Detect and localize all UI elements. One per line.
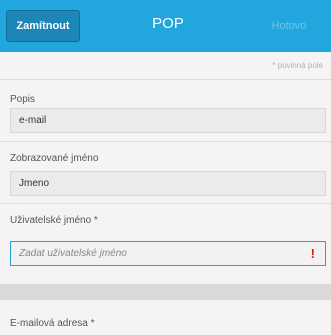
divider — [0, 79, 331, 80]
description-input[interactable]: e-mail — [10, 108, 326, 133]
reject-button[interactable]: Zamítnout — [6, 10, 80, 42]
divider — [0, 203, 331, 204]
title-bar: Zamítnout POP Hotovo — [0, 0, 331, 52]
display-name-input[interactable]: Jmeno — [10, 171, 326, 196]
error-icon: ! — [310, 246, 315, 261]
done-button[interactable]: Hotovo — [253, 10, 325, 42]
section-separator — [0, 284, 331, 300]
email-address-label: E-mailová adresa * — [10, 318, 95, 329]
username-placeholder: Zadat uživatelské jméno — [19, 248, 127, 259]
display-name-label: Zobrazované jméno — [10, 153, 99, 164]
screen-title: POP — [152, 15, 184, 32]
divider — [0, 141, 331, 142]
required-fields-note: * povinná pole — [272, 61, 323, 70]
username-label: Uživatelské jméno * — [10, 215, 98, 226]
username-input[interactable]: Zadat uživatelské jméno ! — [10, 241, 326, 266]
description-label: Popis — [10, 94, 36, 105]
